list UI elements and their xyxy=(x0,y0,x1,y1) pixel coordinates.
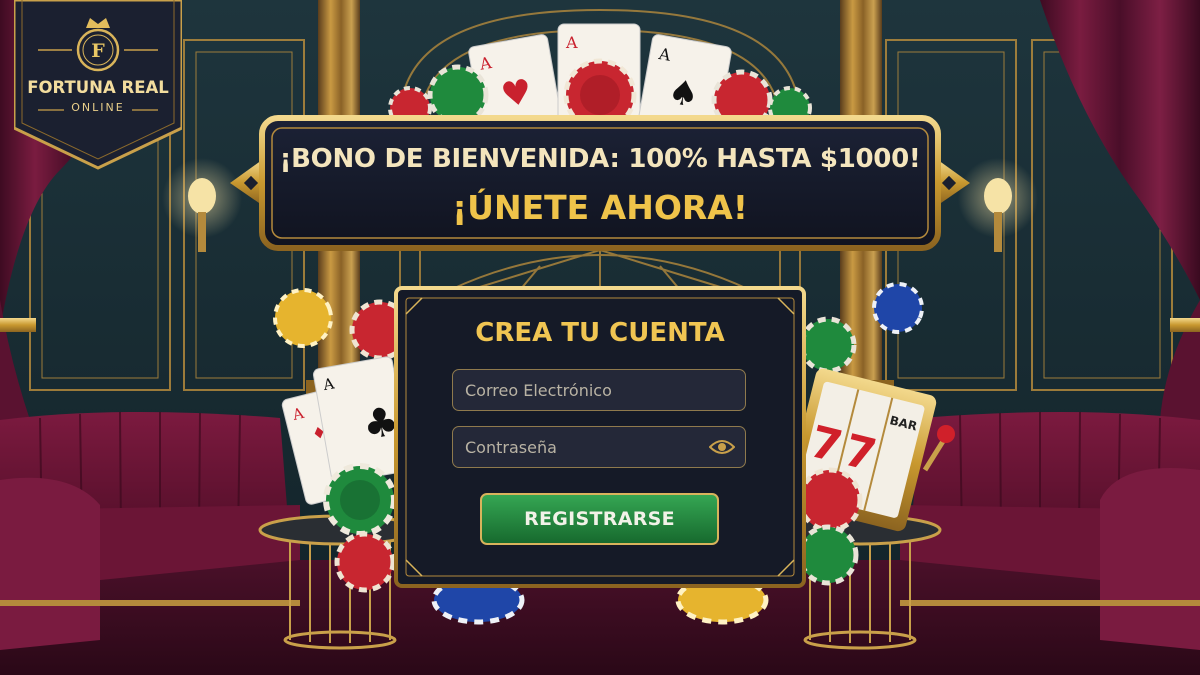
casino-signup-screen: A ♥ A A ♠ A ♦ A ♣ 7 7 BAR F FORTUNA REAL… xyxy=(0,0,1200,675)
svg-text:A: A xyxy=(565,33,578,52)
promo-banner-frame xyxy=(230,115,970,251)
password-field[interactable] xyxy=(452,426,746,468)
brand-logo[interactable]: F FORTUNA REAL ONLINE xyxy=(14,0,182,170)
show-password-eye-icon[interactable] xyxy=(709,438,735,456)
email-input[interactable] xyxy=(465,370,715,410)
email-field[interactable] xyxy=(452,369,746,411)
register-button[interactable]: REGISTRARSE xyxy=(480,493,719,545)
brand-name: FORTUNA REAL xyxy=(27,78,169,97)
join-now-text[interactable]: ¡ÚNETE AHORA! xyxy=(260,188,940,227)
welcome-bonus-text: ¡BONO DE BIENVENIDA: 100% HASTA $1000! xyxy=(279,144,921,174)
brand-subtitle: ONLINE xyxy=(71,101,125,114)
svg-text:F: F xyxy=(91,40,105,62)
password-input[interactable] xyxy=(465,427,715,467)
signup-title: CREA TU CUENTA xyxy=(475,318,725,348)
